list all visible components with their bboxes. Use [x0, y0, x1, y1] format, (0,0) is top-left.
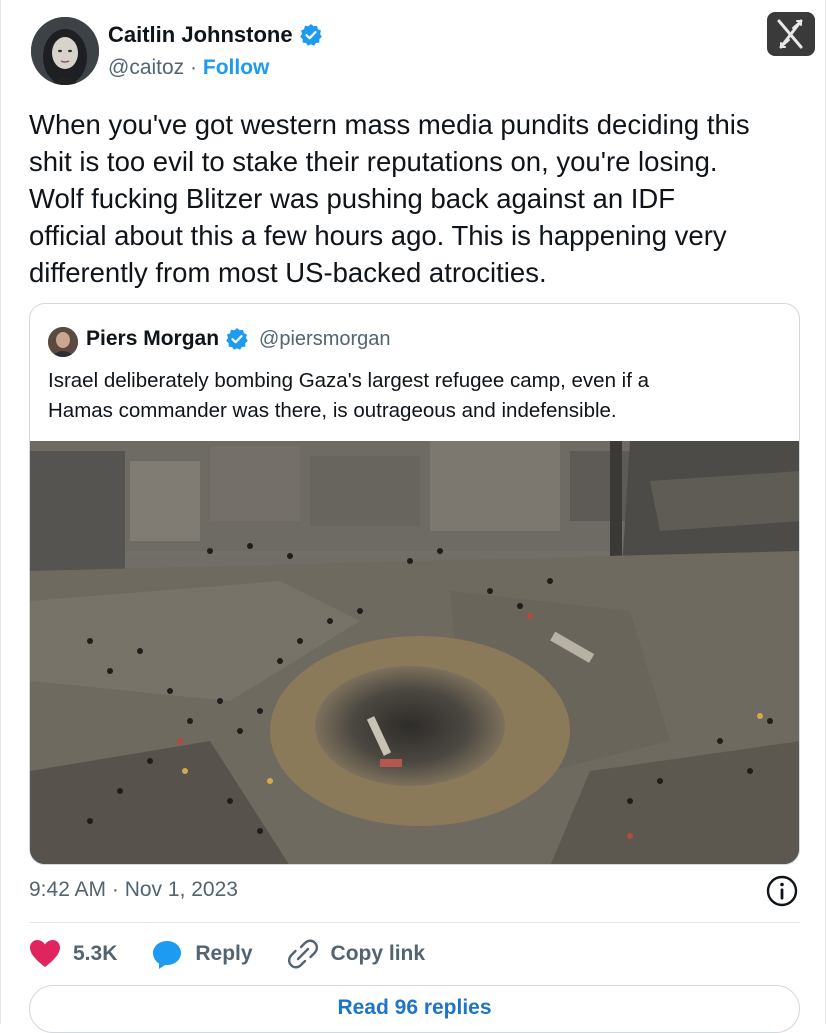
- quoted-author-handle[interactable]: @piersmorgan: [259, 328, 390, 351]
- verified-badge-icon: [299, 23, 323, 47]
- copy-link-button[interactable]: Copy link: [287, 938, 426, 970]
- author-handle[interactable]: @caitoz: [108, 56, 184, 79]
- tweet-text-line: Wolf fucking Blitzer was pushing back ag…: [29, 183, 676, 214]
- separator-dot: ·: [190, 56, 198, 79]
- tweet-timestamp[interactable]: 9:42 AM · Nov 1, 2023: [29, 878, 238, 902]
- author-avatar[interactable]: [31, 17, 99, 85]
- author-name-text[interactable]: Caitlin Johnstone: [108, 22, 293, 48]
- read-replies-button[interactable]: Read 96 replies: [29, 985, 800, 1033]
- tweet-text-line: official about this a few hours ago. Thi…: [29, 220, 727, 251]
- author-handle-row: @caitoz · Follow: [108, 56, 269, 80]
- copy-link-label: Copy link: [330, 942, 426, 965]
- x-logo-icon[interactable]: [767, 12, 815, 56]
- quoted-tweet[interactable]: Piers Morgan @piersmorgan Israel deliber…: [29, 303, 800, 865]
- tweet-text-line: differently from most US-backed atrociti…: [29, 257, 547, 288]
- quoted-tweet-text: Israel deliberately bombing Gaza's large…: [48, 366, 788, 426]
- tweet-embed-card: Caitlin Johnstone @caitoz · Follow When …: [0, 0, 826, 1033]
- link-icon: [287, 939, 318, 969]
- reply-bubble-icon: [153, 941, 182, 969]
- follow-button[interactable]: Follow: [203, 56, 270, 79]
- tweet-text: When you've got western mass media pundi…: [29, 106, 809, 291]
- info-icon[interactable]: [765, 874, 799, 908]
- heart-icon: [30, 940, 60, 967]
- quoted-author-avatar[interactable]: [48, 327, 78, 357]
- tweet-text-line: shit is too evil to stake their reputati…: [29, 146, 718, 177]
- quoted-text-line: Israel deliberately bombing Gaza's large…: [48, 369, 650, 392]
- like-count: 5.3K: [73, 942, 118, 965]
- quoted-author-name[interactable]: Piers Morgan: [86, 327, 219, 351]
- quoted-author[interactable]: Piers Morgan @piersmorgan: [86, 327, 391, 351]
- quoted-tweet-photo[interactable]: [30, 441, 799, 864]
- quoted-text-line: Hamas commander was there, is outrageous…: [48, 399, 617, 422]
- like-button[interactable]: 5.3K: [29, 939, 117, 969]
- divider: [29, 922, 800, 923]
- reply-button[interactable]: Reply: [151, 938, 253, 970]
- reply-label: Reply: [195, 942, 253, 965]
- tweet-text-line: When you've got western mass media pundi…: [29, 109, 750, 140]
- verified-badge-icon: [225, 327, 249, 351]
- author-name[interactable]: Caitlin Johnstone: [108, 22, 323, 48]
- tweet-actions: 5.3K Reply Copy link: [29, 934, 459, 974]
